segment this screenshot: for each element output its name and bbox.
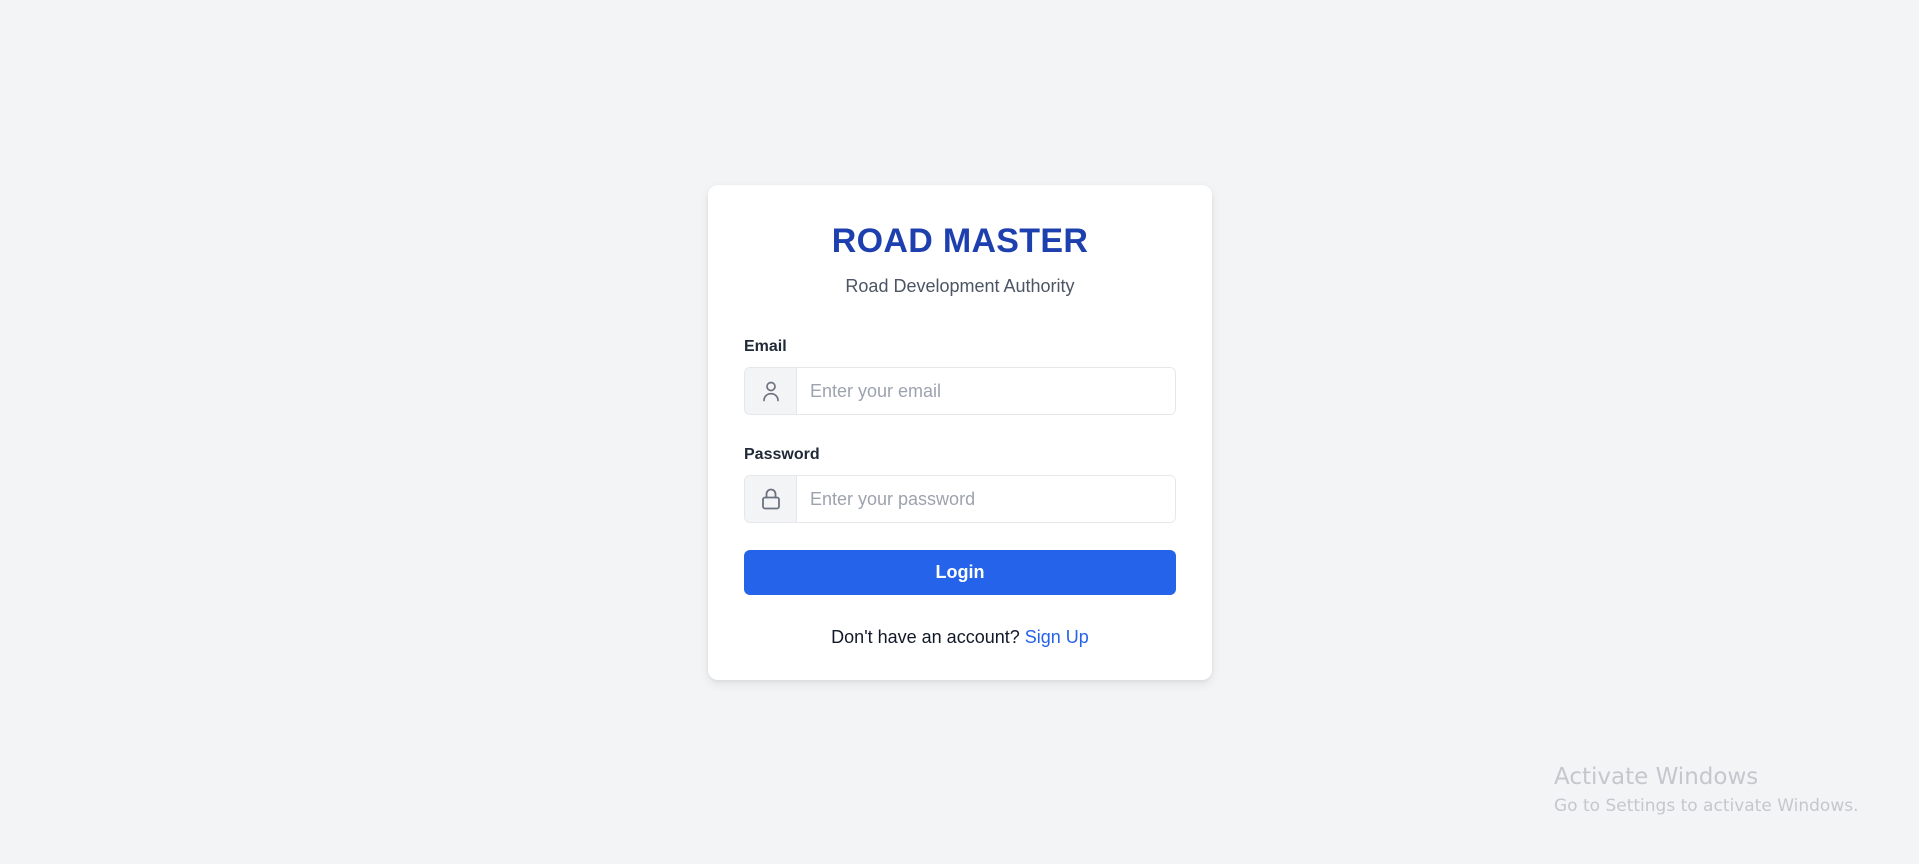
watermark-subtitle: Go to Settings to activate Windows. [1554,796,1859,816]
activate-windows-watermark: Activate Windows Go to Settings to activ… [1554,762,1859,817]
email-input-group [744,367,1176,415]
lock-icon [745,476,797,522]
login-button[interactable]: Login [744,550,1176,595]
user-icon [745,368,797,414]
signup-link[interactable]: Sign Up [1025,627,1089,647]
login-card: ROAD MASTER Road Development Authority E… [708,185,1212,680]
password-input-group [744,475,1176,523]
app-subtitle: Road Development Authority [845,276,1075,296]
app-title: ROAD MASTER [831,222,1089,260]
email-label: Email [744,338,787,355]
signup-prompt: Don't have an account? [831,627,1020,647]
login-page: ROAD MASTER Road Development Authority E… [0,0,1919,864]
email-input[interactable] [797,368,1175,414]
password-input[interactable] [797,476,1175,522]
watermark-title: Activate Windows [1554,764,1759,790]
signup-row: Don't have an account? Sign Up [744,625,1176,649]
password-label: Password [744,446,820,463]
